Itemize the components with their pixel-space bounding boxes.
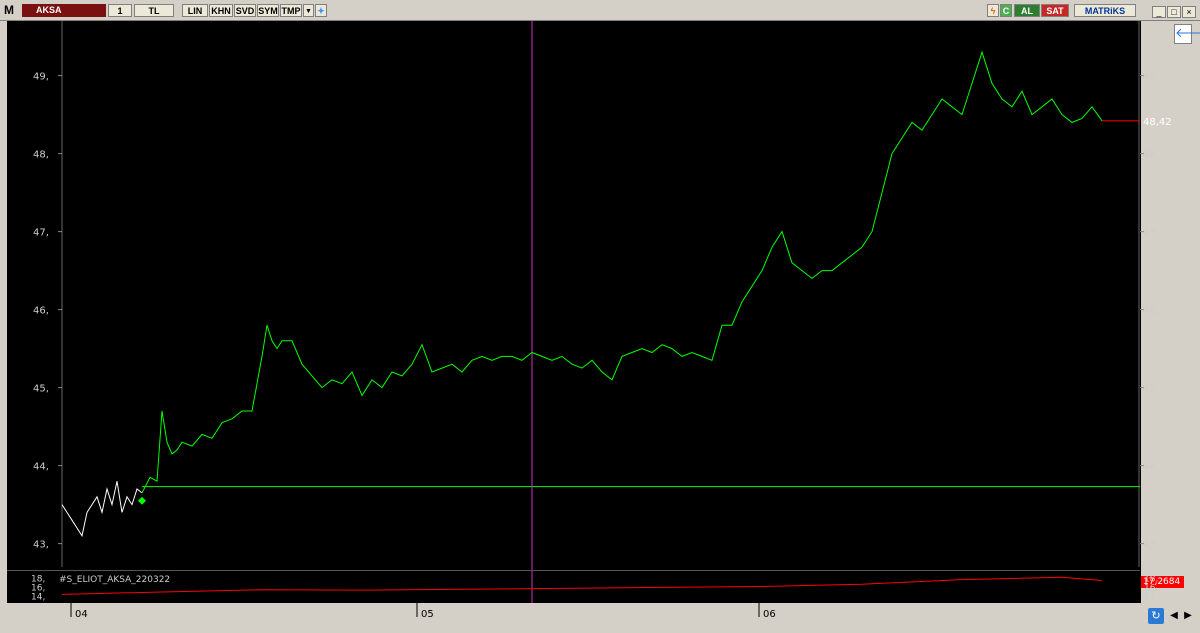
c-button[interactable]: C bbox=[1000, 4, 1012, 17]
right-axis-tick-label: 49, bbox=[1143, 72, 1159, 83]
indicator-name-label: #S_ELIOT_AKSA_220322 bbox=[59, 575, 170, 585]
pane-divider bbox=[7, 570, 1140, 571]
khn-button[interactable]: KHN bbox=[209, 4, 233, 17]
lightning-icon[interactable]: ϟ bbox=[987, 4, 999, 17]
right-axis-tick-label: 46, bbox=[1143, 306, 1159, 317]
sym-button[interactable]: SYM bbox=[257, 4, 279, 17]
left-axis-tick-label: 44, bbox=[33, 462, 49, 473]
time-axis-tick-label: 05 bbox=[421, 609, 434, 620]
currency-button[interactable]: TL bbox=[134, 4, 174, 17]
right-price-axis: 43,44,45,46,47,48,49,48,4218,16,14, bbox=[1140, 21, 1172, 603]
close-icon[interactable]: × bbox=[1182, 6, 1196, 18]
matriks-logo-icon: M bbox=[4, 3, 14, 17]
chart-toolbar: M AKSA 1 TL LIN KHN SVD SYM TMP ▼ ✦ ϟ C … bbox=[0, 0, 1200, 21]
right-axis-tick-label: 45, bbox=[1143, 384, 1159, 395]
right-axis-tick-label: 44, bbox=[1143, 462, 1159, 473]
dropdown-arrow-icon[interactable]: ▼ bbox=[303, 4, 314, 17]
left-axis-tick-label: 46, bbox=[33, 306, 49, 317]
tmp-button[interactable]: TMP bbox=[280, 4, 302, 17]
time-axis-tick-label: 04 bbox=[75, 609, 88, 620]
sell-button[interactable]: SAT bbox=[1041, 4, 1069, 17]
minimize-icon[interactable]: _ bbox=[1152, 6, 1166, 18]
left-axis-tick-label: 49, bbox=[33, 72, 49, 83]
lin-button[interactable]: LIN bbox=[182, 4, 208, 17]
right-axis-tick-label: 43, bbox=[1143, 540, 1159, 551]
left-axis-tick-label: 47, bbox=[33, 228, 49, 239]
time-axis-bar: 04 05 06 bbox=[7, 603, 1140, 623]
svd-button[interactable]: SVD bbox=[234, 4, 256, 17]
left-axis-tick-label: 48, bbox=[33, 150, 49, 161]
twitter-bird-icon[interactable]: ✦ bbox=[315, 4, 327, 17]
indicator-left-tick-label: 14, bbox=[31, 593, 45, 603]
price-chart[interactable]: 43,44,45,46,47,48,49, 18,16,14, #S_ELIOT… bbox=[7, 21, 1140, 603]
symbol-selector[interactable]: AKSA bbox=[22, 4, 106, 17]
matriks-brand: MATRiKS bbox=[1074, 4, 1136, 17]
time-axis-tick-label: 06 bbox=[763, 609, 776, 620]
right-axis-tick-label: 47, bbox=[1143, 228, 1159, 239]
left-axis-tick-label: 45, bbox=[33, 384, 49, 395]
time-axis: 04 05 06 bbox=[70, 603, 776, 620]
right-axis-border bbox=[1140, 21, 1141, 603]
left-axis-tick-label: 43, bbox=[33, 540, 49, 551]
right-axis-tick-label: 48, bbox=[1143, 150, 1159, 161]
last-price-label: 48,42 bbox=[1143, 117, 1172, 128]
symbol-label: AKSA bbox=[36, 5, 62, 15]
interval-button[interactable]: 1 bbox=[108, 4, 132, 17]
maximize-icon[interactable]: □ bbox=[1167, 6, 1181, 18]
refresh-icon[interactable]: ↻ bbox=[1148, 608, 1164, 624]
indicator-right-tick-label: 14, bbox=[1144, 593, 1158, 603]
scroll-left-icon[interactable]: ◀ bbox=[1168, 610, 1180, 622]
buy-button[interactable]: AL bbox=[1014, 4, 1040, 17]
scroll-right-icon[interactable]: ▶ bbox=[1182, 610, 1194, 622]
chart-background bbox=[7, 21, 1140, 603]
